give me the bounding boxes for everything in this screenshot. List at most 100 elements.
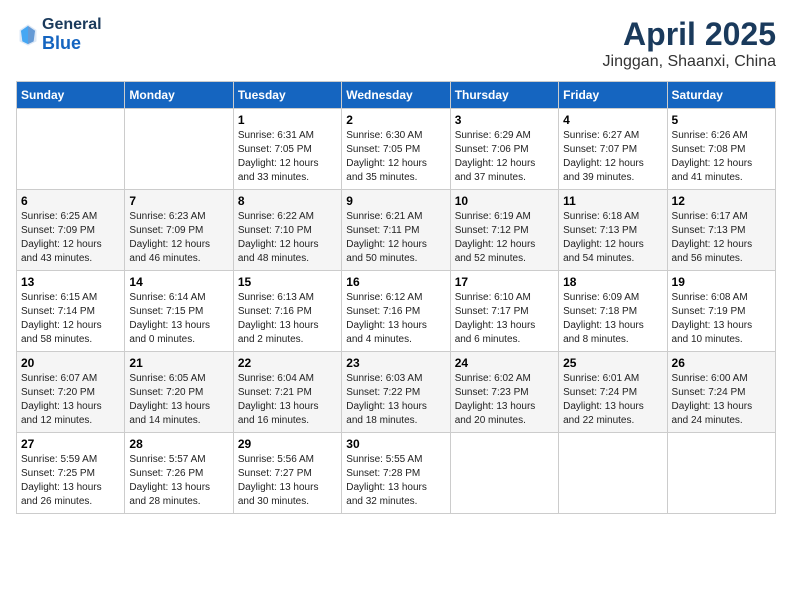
calendar-cell: 14Sunrise: 6:14 AMSunset: 7:15 PMDayligh… [125, 271, 233, 352]
day-detail: Sunrise: 6:23 AMSunset: 7:09 PMDaylight:… [129, 210, 228, 266]
calendar-cell: 7Sunrise: 6:23 AMSunset: 7:09 PMDaylight… [125, 190, 233, 271]
calendar-title: April 2025 [603, 16, 776, 53]
calendar-cell: 15Sunrise: 6:13 AMSunset: 7:16 PMDayligh… [233, 271, 341, 352]
day-number: 16 [346, 275, 445, 289]
day-detail: Sunrise: 6:17 AMSunset: 7:13 PMDaylight:… [672, 210, 771, 266]
day-number: 2 [346, 113, 445, 127]
day-number: 27 [21, 437, 120, 451]
calendar-cell: 24 Sunrise: 6:02 AMSunset: 7:23 PMDayligh… [450, 352, 558, 433]
calendar-week-row: 27 Sunrise: 5:59 AMSunset: 7:25 PMDayligh… [17, 433, 776, 514]
day-detail: Sunrise: 6:03 AMSunset: 7:22 PMDaylight:… [346, 372, 445, 428]
day-number: 30 [346, 437, 445, 451]
day-detail: Sunrise: 6:25 AMSunset: 7:09 PMDaylight:… [21, 210, 120, 266]
calendar-cell: 23 Sunrise: 6:03 AMSunset: 7:22 PMDayligh… [342, 352, 450, 433]
page-container: General Blue April 2025 Jinggan, Shaanxi… [0, 0, 792, 524]
calendar-cell: 28 Sunrise: 5:57 AMSunset: 7:26 PMDayligh… [125, 433, 233, 514]
day-number: 23 [346, 356, 445, 370]
day-detail: Sunrise: 5:56 AMSunset: 7:27 PMDaylight:… [238, 453, 337, 509]
calendar-cell [667, 433, 775, 514]
day-number: 8 [238, 194, 337, 208]
calendar-subtitle: Jinggan, Shaanxi, China [603, 53, 776, 71]
day-detail: Sunrise: 5:57 AMSunset: 7:26 PMDaylight:… [129, 453, 228, 509]
day-detail: Sunrise: 6:26 AMSunset: 7:08 PMDaylight:… [672, 129, 771, 185]
day-detail: Sunrise: 6:12 AMSunset: 7:16 PMDaylight:… [346, 291, 445, 347]
col-monday: Monday [125, 82, 233, 109]
day-number: 25 [563, 356, 662, 370]
calendar-cell: 30 Sunrise: 5:55 AMSunset: 7:28 PMDayligh… [342, 433, 450, 514]
day-detail: Sunrise: 6:15 AMSunset: 7:14 PMDaylight:… [21, 291, 120, 347]
calendar-cell: 16 Sunrise: 6:12 AMSunset: 7:16 PMDayligh… [342, 271, 450, 352]
day-detail: Sunrise: 6:13 AMSunset: 7:16 PMDaylight:… [238, 291, 337, 347]
day-number: 28 [129, 437, 228, 451]
col-thursday: Thursday [450, 82, 558, 109]
day-detail: Sunrise: 6:22 AMSunset: 7:10 PMDaylight:… [238, 210, 337, 266]
col-tuesday: Tuesday [233, 82, 341, 109]
day-detail: Sunrise: 6:05 AMSunset: 7:20 PMDaylight:… [129, 372, 228, 428]
calendar-week-row: 1Sunrise: 6:31 AMSunset: 7:05 PMDaylight… [17, 109, 776, 190]
day-number: 20 [21, 356, 120, 370]
calendar-week-row: 20 Sunrise: 6:07 AMSunset: 7:20 PMDayligh… [17, 352, 776, 433]
day-number: 22 [238, 356, 337, 370]
day-detail: Sunrise: 6:19 AMSunset: 7:12 PMDaylight:… [455, 210, 554, 266]
day-detail: Sunrise: 6:14 AMSunset: 7:15 PMDaylight:… [129, 291, 228, 347]
day-number: 4 [563, 113, 662, 127]
calendar-cell: 20 Sunrise: 6:07 AMSunset: 7:20 PMDayligh… [17, 352, 125, 433]
day-detail: Sunrise: 6:29 AMSunset: 7:06 PMDaylight:… [455, 129, 554, 185]
day-detail: Sunrise: 6:09 AMSunset: 7:18 PMDaylight:… [563, 291, 662, 347]
day-number: 17 [455, 275, 554, 289]
calendar-cell: 18Sunrise: 6:09 AMSunset: 7:18 PMDayligh… [559, 271, 667, 352]
day-number: 10 [455, 194, 554, 208]
day-number: 26 [672, 356, 771, 370]
day-detail: Sunrise: 6:08 AMSunset: 7:19 PMDaylight:… [672, 291, 771, 347]
header: General Blue April 2025 Jinggan, Shaanxi… [16, 16, 776, 71]
col-saturday: Saturday [667, 82, 775, 109]
calendar-cell: 22Sunrise: 6:04 AMSunset: 7:21 PMDayligh… [233, 352, 341, 433]
day-detail: Sunrise: 6:00 AMSunset: 7:24 PMDaylight:… [672, 372, 771, 428]
calendar-cell: 8 Sunrise: 6:22 AMSunset: 7:10 PMDaylight… [233, 190, 341, 271]
calendar-cell: 10 Sunrise: 6:19 AMSunset: 7:12 PMDayligh… [450, 190, 558, 271]
day-detail: Sunrise: 6:27 AMSunset: 7:07 PMDaylight:… [563, 129, 662, 185]
calendar-cell: 25 Sunrise: 6:01 AMSunset: 7:24 PMDayligh… [559, 352, 667, 433]
day-detail: Sunrise: 5:59 AMSunset: 7:25 PMDaylight:… [21, 453, 120, 509]
day-detail: Sunrise: 6:07 AMSunset: 7:20 PMDaylight:… [21, 372, 120, 428]
calendar-cell: 17 Sunrise: 6:10 AMSunset: 7:17 PMDayligh… [450, 271, 558, 352]
calendar-cell: 1Sunrise: 6:31 AMSunset: 7:05 PMDaylight… [233, 109, 341, 190]
calendar-cell [559, 433, 667, 514]
calendar-cell [17, 109, 125, 190]
calendar-cell: 21 Sunrise: 6:05 AMSunset: 7:20 PMDayligh… [125, 352, 233, 433]
calendar-cell: 5Sunrise: 6:26 AMSunset: 7:08 PMDaylight… [667, 109, 775, 190]
calendar-cell: 6 Sunrise: 6:25 AMSunset: 7:09 PMDaylight… [17, 190, 125, 271]
day-detail: Sunrise: 6:02 AMSunset: 7:23 PMDaylight:… [455, 372, 554, 428]
day-number: 24 [455, 356, 554, 370]
logo: General Blue [16, 16, 102, 53]
day-number: 21 [129, 356, 228, 370]
day-number: 3 [455, 113, 554, 127]
day-detail: Sunrise: 6:21 AMSunset: 7:11 PMDaylight:… [346, 210, 445, 266]
calendar-cell: 3 Sunrise: 6:29 AMSunset: 7:06 PMDaylight… [450, 109, 558, 190]
calendar-table: Sunday Monday Tuesday Wednesday Thursday… [16, 81, 776, 514]
calendar-cell: 27 Sunrise: 5:59 AMSunset: 7:25 PMDayligh… [17, 433, 125, 514]
calendar-cell: 2Sunrise: 6:30 AMSunset: 7:05 PMDaylight… [342, 109, 450, 190]
calendar-cell [450, 433, 558, 514]
col-sunday: Sunday [17, 82, 125, 109]
title-block: April 2025 Jinggan, Shaanxi, China [603, 16, 776, 71]
calendar-week-row: 13 Sunrise: 6:15 AMSunset: 7:14 PMDayligh… [17, 271, 776, 352]
day-number: 6 [21, 194, 120, 208]
day-number: 13 [21, 275, 120, 289]
calendar-cell: 4 Sunrise: 6:27 AMSunset: 7:07 PMDaylight… [559, 109, 667, 190]
col-friday: Friday [559, 82, 667, 109]
calendar-cell [125, 109, 233, 190]
day-number: 29 [238, 437, 337, 451]
calendar-cell: 9 Sunrise: 6:21 AMSunset: 7:11 PMDaylight… [342, 190, 450, 271]
calendar-cell: 13 Sunrise: 6:15 AMSunset: 7:14 PMDayligh… [17, 271, 125, 352]
day-number: 9 [346, 194, 445, 208]
col-wednesday: Wednesday [342, 82, 450, 109]
day-detail: Sunrise: 6:10 AMSunset: 7:17 PMDaylight:… [455, 291, 554, 347]
day-number: 19 [672, 275, 771, 289]
day-detail: Sunrise: 5:55 AMSunset: 7:28 PMDaylight:… [346, 453, 445, 509]
calendar-cell: 12Sunrise: 6:17 AMSunset: 7:13 PMDayligh… [667, 190, 775, 271]
day-number: 1 [238, 113, 337, 127]
logo-blue: Blue [42, 34, 102, 54]
calendar-cell: 19 Sunrise: 6:08 AMSunset: 7:19 PMDayligh… [667, 271, 775, 352]
day-detail: Sunrise: 6:01 AMSunset: 7:24 PMDaylight:… [563, 372, 662, 428]
